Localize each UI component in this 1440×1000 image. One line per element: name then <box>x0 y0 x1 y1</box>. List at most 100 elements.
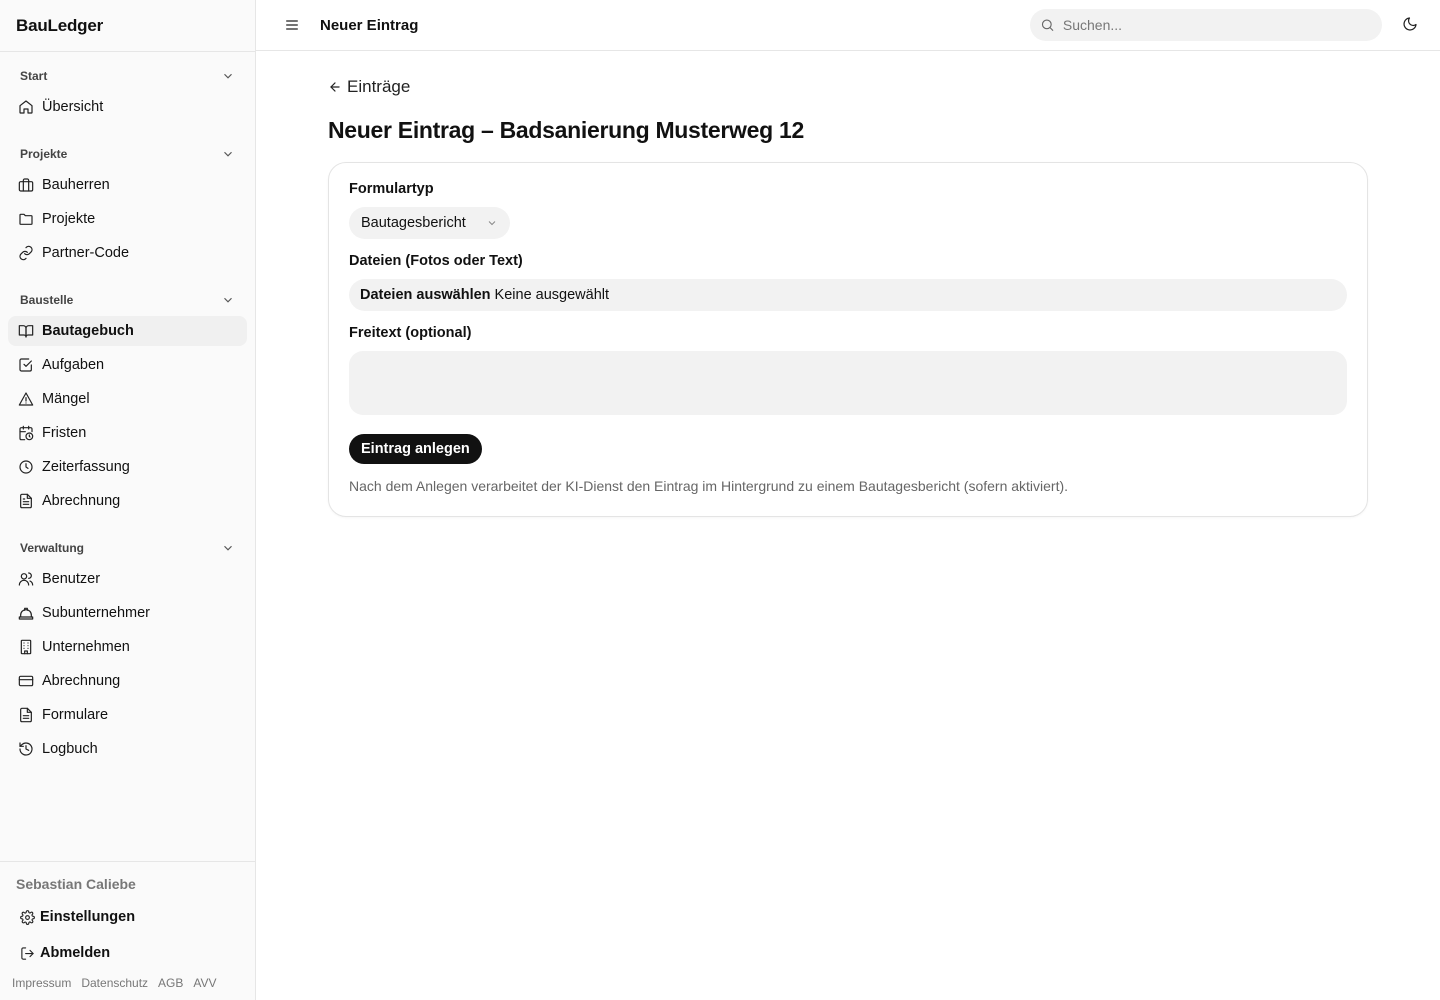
sidebar-item-label: Zeiterfassung <box>42 459 130 475</box>
check-square-icon <box>18 357 34 373</box>
back-link[interactable]: Einträge <box>328 77 410 97</box>
nav-group-baustelle: Baustelle Bautagebuch Aufgaben Mängel Fr… <box>8 288 247 516</box>
files-label: Dateien (Fotos oder Text) <box>349 253 523 269</box>
sidebar-item-unternehmen[interactable]: Unternehmen <box>8 632 247 662</box>
form-type-value: Bautagesbericht <box>361 215 466 231</box>
sidebar-item-subunternehmer[interactable]: Subunternehmer <box>8 598 247 628</box>
sidebar-item-uebersicht[interactable]: Übersicht <box>8 92 247 122</box>
sidebar-item-logbuch[interactable]: Logbuch <box>8 734 247 764</box>
sidebar-item-label: Logbuch <box>42 741 98 757</box>
entry-form-card: Formulartyp Bautagesbericht Dateien (Fot… <box>328 162 1368 517</box>
logout-link[interactable]: Abmelden <box>12 938 243 968</box>
sidebar-item-zeiterfassung[interactable]: Zeiterfassung <box>8 452 247 482</box>
sidebar-footer: Sebastian Caliebe Einstellungen Abmelden… <box>0 861 255 1000</box>
group-title: Projekte <box>20 147 68 161</box>
form-type-label: Formulartyp <box>349 181 434 197</box>
file-icon <box>18 707 34 723</box>
processing-hint: Nach dem Anlegen verarbeitet der KI-Dien… <box>349 478 1069 494</box>
sidebar-item-projekte[interactable]: Projekte <box>8 204 247 234</box>
legal-link-datenschutz[interactable]: Datenschutz <box>81 976 148 990</box>
sidebar-item-abrechnung-verwaltung[interactable]: Abrechnung <box>8 666 247 696</box>
calendar-clock-icon <box>18 425 34 441</box>
chevron-down-icon <box>224 151 232 157</box>
alert-triangle-icon <box>18 391 34 407</box>
sidebar-item-formulare[interactable]: Formulare <box>8 700 247 730</box>
sidebar-item-label: Mängel <box>42 391 90 407</box>
chevron-down-icon <box>224 297 232 303</box>
menu-icon <box>286 20 298 30</box>
chevron-down-icon <box>224 545 232 551</box>
sidebar-item-abrechnung[interactable]: Abrechnung <box>8 486 247 516</box>
clock-icon <box>18 459 34 475</box>
sidebar-item-label: Bauherren <box>42 177 110 193</box>
sidebar-item-label: Benutzer <box>42 571 101 587</box>
users-icon <box>18 571 34 587</box>
home-icon <box>18 99 34 115</box>
group-toggle-baustelle[interactable]: Baustelle <box>8 288 247 312</box>
settings-label: Einstellungen <box>40 909 136 925</box>
main-area: Neuer Eintrag Einträge Neuer Eintrag – B… <box>256 0 1440 1000</box>
search-input[interactable] <box>1062 17 1372 33</box>
sidebar-item-bauherren[interactable]: Bauherren <box>8 170 247 200</box>
sidebar-item-label: Abrechnung <box>42 493 121 509</box>
user-name: Sebastian Caliebe <box>16 876 136 892</box>
sidebar-item-label: Bautagebuch <box>42 323 134 339</box>
building-icon <box>18 639 34 655</box>
sidebar-nav: Start Übersicht Projekte Bauherren Proje… <box>0 52 255 861</box>
credit-card-icon <box>18 673 34 689</box>
sidebar: BauLedger Start Übersicht Projekte Bauhe… <box>0 0 256 1000</box>
freetext-label: Freitext (optional) <box>349 325 472 341</box>
legal-link-impressum[interactable]: Impressum <box>12 976 71 990</box>
sidebar-item-label: Subunternehmer <box>42 605 151 621</box>
topbar: Neuer Eintrag <box>256 0 1440 51</box>
gear-icon <box>20 909 35 925</box>
sidebar-item-fristen[interactable]: Fristen <box>8 418 247 448</box>
history-icon <box>18 741 34 757</box>
sidebar-item-label: Formulare <box>42 707 109 723</box>
group-toggle-start[interactable]: Start <box>8 64 247 88</box>
legal-link-avv[interactable]: AVV <box>193 976 216 990</box>
sidebar-item-benutzer[interactable]: Benutzer <box>8 564 247 594</box>
sidebar-item-partner-code[interactable]: Partner-Code <box>8 238 247 268</box>
sidebar-item-bautagebuch[interactable]: Bautagebuch <box>8 316 247 346</box>
sidebar-item-label: Partner-Code <box>42 245 130 261</box>
nav-group-start: Start Übersicht <box>8 64 247 122</box>
moon-icon <box>1403 17 1417 31</box>
page-title: Neuer Eintrag – Badsanierung Musterweg 1… <box>328 117 804 143</box>
group-toggle-verwaltung[interactable]: Verwaltung <box>8 536 247 560</box>
file-status: Keine ausgewählt <box>494 287 610 303</box>
group-title: Start <box>20 69 48 83</box>
sidebar-item-label: Fristen <box>42 425 87 441</box>
brand-logo[interactable]: BauLedger <box>0 0 255 52</box>
sidebar-item-label: Unternehmen <box>42 639 130 655</box>
create-entry-button[interactable]: Eintrag anlegen <box>349 434 482 464</box>
file-input: Dateien auswählen Keine ausgewählt <box>349 279 1347 311</box>
group-title: Baustelle <box>20 293 74 307</box>
form-type-select[interactable]: Bautagesbericht <box>349 207 510 239</box>
file-select-button[interactable]: Dateien auswählen <box>360 287 491 303</box>
group-title: Verwaltung <box>20 541 85 555</box>
settings-link[interactable]: Einstellungen <box>12 902 243 932</box>
hard-hat-icon <box>18 605 34 621</box>
freetext-textarea[interactable] <box>349 351 1347 415</box>
logout-label: Abmelden <box>40 945 111 961</box>
briefcase-icon <box>18 177 34 193</box>
link-icon <box>18 245 34 261</box>
menu-toggle-button[interactable] <box>284 17 300 33</box>
theme-toggle-button[interactable] <box>1402 16 1420 34</box>
legal-link-agb[interactable]: AGB <box>158 976 183 990</box>
sidebar-item-maengel[interactable]: Mängel <box>8 384 247 414</box>
sidebar-item-label: Abrechnung <box>42 673 121 689</box>
file-text-icon <box>18 493 34 509</box>
search-icon <box>1041 19 1054 31</box>
sidebar-item-aufgaben[interactable]: Aufgaben <box>8 350 247 380</box>
nav-group-verwaltung: Verwaltung Benutzer Subunternehmer Unter… <box>8 536 247 764</box>
chevron-down-icon <box>224 73 232 79</box>
chevron-down-icon <box>488 221 496 226</box>
nav-group-projekte: Projekte Bauherren Projekte Partner-Code <box>8 142 247 268</box>
folder-icon <box>18 211 34 227</box>
back-label: Einträge <box>347 77 411 96</box>
sidebar-item-label: Aufgaben <box>42 357 105 373</box>
sidebar-item-label: Projekte <box>42 211 96 227</box>
group-toggle-projekte[interactable]: Projekte <box>8 142 247 166</box>
